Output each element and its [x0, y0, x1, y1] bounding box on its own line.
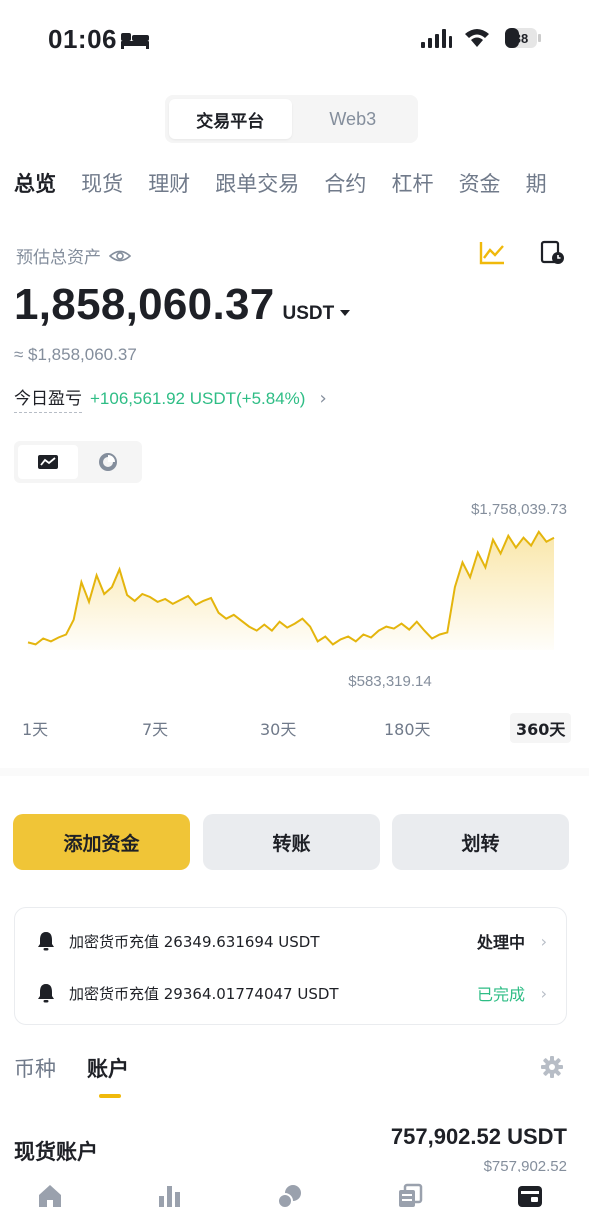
- notification-status: 处理中: [476, 933, 525, 952]
- pie-chart-button[interactable]: [78, 445, 138, 479]
- notification-text: 加密货币充值 29364.01774047 USDT: [69, 984, 339, 1003]
- range-1d[interactable]: 1天: [22, 713, 48, 743]
- tab-earn[interactable]: 理财: [148, 168, 190, 198]
- chart-min-label: $583,319.14: [348, 673, 431, 690]
- range-7d[interactable]: 7天: [142, 713, 168, 743]
- platform-switch: 交易平台 Web3: [165, 95, 418, 143]
- estimated-assets-header: 预估总资产: [16, 243, 131, 268]
- pnl-chart-icon[interactable]: [478, 240, 506, 266]
- wallet-nav-tabs: 总览 现货 理财 跟单交易 合约 杠杆 资金 期: [14, 168, 589, 204]
- tab-futures[interactable]: 合约: [324, 168, 366, 198]
- tab-spot[interactable]: 现货: [81, 168, 123, 198]
- notification-item[interactable]: 加密货币充值 26349.631694 USDT 处理中 ›: [37, 926, 547, 956]
- tab-options[interactable]: 期: [526, 168, 547, 198]
- home-icon[interactable]: [36, 1182, 64, 1210]
- line-chart-icon: [38, 455, 58, 469]
- bell-icon: [38, 984, 54, 1003]
- chart-type-toggle: [14, 441, 142, 483]
- tab-funding[interactable]: 资金: [459, 168, 501, 198]
- pie-chart-icon: [99, 453, 117, 471]
- tab-exchange[interactable]: 交易平台: [169, 99, 292, 139]
- caret-down-icon[interactable]: [340, 310, 351, 316]
- today-pnl[interactable]: 今日盈亏 +106,561.92 USDT(+5.84%) ›: [14, 384, 327, 413]
- tab-margin[interactable]: 杠杆: [391, 168, 433, 198]
- markets-icon[interactable]: [156, 1182, 184, 1210]
- chevron-right-icon[interactable]: ›: [541, 932, 547, 951]
- pnl-label[interactable]: 今日盈亏: [14, 384, 82, 413]
- pnl-value: +106,561.92 USDT(+5.84%): [90, 388, 306, 408]
- gear-icon[interactable]: [540, 1055, 564, 1079]
- account-name: 现货账户: [14, 1140, 98, 1164]
- history-icon[interactable]: [540, 240, 566, 266]
- tab-overview[interactable]: 总览: [14, 168, 56, 198]
- chevron-right-icon[interactable]: ›: [541, 984, 547, 1003]
- balance-value: 1,858,060.37: [14, 280, 275, 329]
- battery-level: 38: [514, 31, 528, 46]
- asset-history-chart: $1,758,039.73 $583,319.14: [27, 501, 567, 690]
- bell-icon: [38, 932, 54, 951]
- wallet-icon[interactable]: [516, 1182, 544, 1210]
- transfer-button[interactable]: 转账: [203, 814, 380, 870]
- sleep-mode-icon: [121, 33, 149, 49]
- eye-icon[interactable]: [109, 248, 131, 264]
- bottom-nav: [0, 1172, 589, 1220]
- range-30d[interactable]: 30天: [260, 713, 296, 743]
- battery-icon: 38: [505, 28, 541, 48]
- notification-status: 已完成: [476, 985, 525, 1004]
- active-tab-indicator: [99, 1094, 121, 1098]
- range-360d[interactable]: 360天: [510, 713, 572, 743]
- fiat-equivalent: ≈ $1,858,060.37: [14, 345, 137, 364]
- wifi-icon: [465, 29, 489, 47]
- trade-icon[interactable]: [276, 1182, 304, 1210]
- account-amount: 757,902.52 USDT: [390, 1124, 567, 1149]
- tab-accounts[interactable]: 账户: [87, 1053, 129, 1083]
- range-180d[interactable]: 180天: [384, 713, 431, 743]
- notification-text: 加密货币充值 26349.631694 USDT: [69, 932, 320, 951]
- chart-max-label: $1,758,039.73: [471, 501, 567, 518]
- cellular-signal-icon: [421, 29, 452, 48]
- section-divider: [0, 768, 589, 776]
- status-bar: 01:06 38: [0, 0, 589, 80]
- spot-account-row[interactable]: 现货账户 757,902.52 USDT $757,902.52: [0, 1120, 589, 1180]
- line-chart-button[interactable]: [18, 445, 78, 479]
- balance-unit[interactable]: USDT: [283, 303, 335, 325]
- chevron-right-icon[interactable]: ›: [319, 388, 326, 409]
- estimated-assets-label: 预估总资产: [16, 248, 101, 268]
- tab-coins[interactable]: 币种: [14, 1053, 56, 1083]
- deposit-notifications: 加密货币充值 26349.631694 USDT 处理中 › 加密货币充值 29…: [14, 907, 567, 1025]
- internal-transfer-button[interactable]: 划转: [392, 814, 569, 870]
- tab-web3[interactable]: Web3: [292, 99, 415, 139]
- futures-icon[interactable]: [396, 1182, 424, 1210]
- total-balance: 1,858,060.37 USDT: [14, 280, 351, 330]
- add-funds-button[interactable]: 添加资金: [13, 814, 190, 870]
- notification-item[interactable]: 加密货币充值 29364.01774047 USDT 已完成 ›: [37, 978, 547, 1008]
- status-time: 01:06: [48, 24, 117, 54]
- tab-copy-trading[interactable]: 跟单交易: [215, 168, 299, 198]
